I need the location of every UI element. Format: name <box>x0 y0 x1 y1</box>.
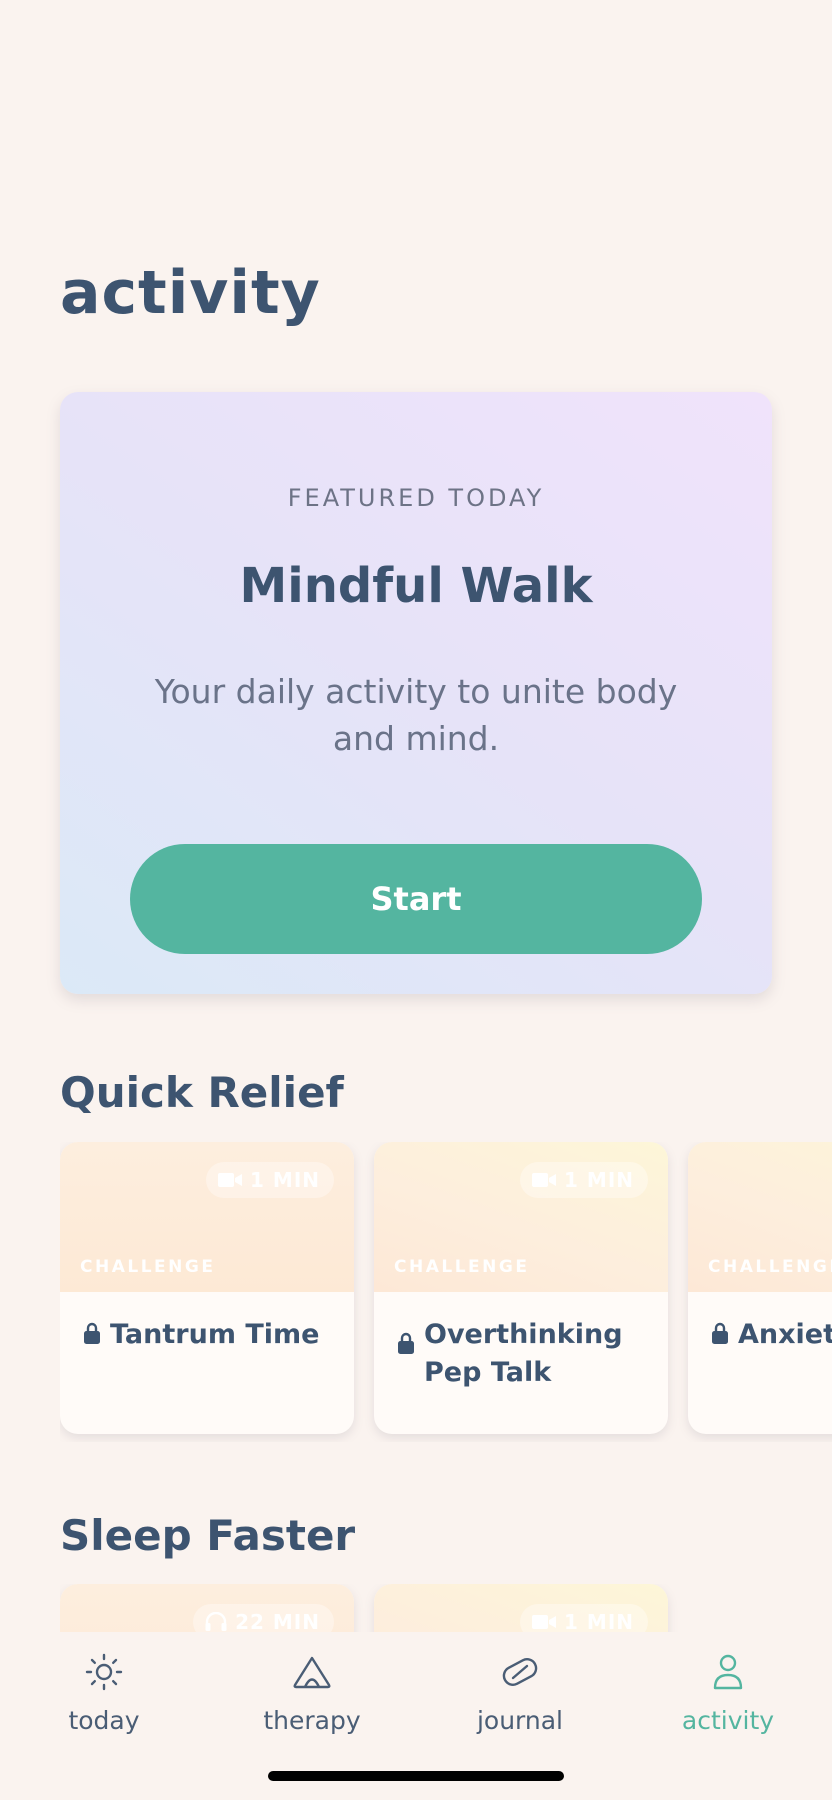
duration-text: 22 MIN <box>235 1610 320 1632</box>
home-indicator <box>268 1771 564 1781</box>
nav-label-therapy: therapy <box>263 1706 361 1735</box>
duration-badge: 1 MIN <box>520 1162 648 1198</box>
video-icon <box>532 1615 557 1629</box>
card-title: Anxiety <box>738 1319 832 1350</box>
video-icon <box>218 1173 243 1187</box>
duration-badge: 22 MIN <box>193 1604 334 1632</box>
lock-icon <box>84 1322 100 1344</box>
lock-icon <box>712 1322 728 1344</box>
page-title: activity <box>60 258 321 328</box>
activity-card-sleep-2[interactable]: 1 MIN <box>374 1584 668 1632</box>
section-title-sleep-faster: Sleep Faster <box>60 1511 356 1560</box>
card-title: Tantrum Time <box>110 1319 320 1350</box>
journal-icon <box>502 1658 538 1686</box>
sun-icon <box>85 1653 123 1691</box>
video-icon <box>532 1173 557 1187</box>
nav-item-activity[interactable]: activity <box>638 1650 818 1735</box>
quick-relief-carousel[interactable]: 1 MIN CHALLENGE Tantrum Time 1 MIN CHALL… <box>60 1142 832 1442</box>
nav-item-today[interactable]: today <box>14 1650 194 1735</box>
activity-card-tantrum-time[interactable]: 1 MIN CHALLENGE Tantrum Time <box>60 1142 354 1434</box>
duration-badge: 1 MIN <box>206 1162 334 1198</box>
nav-label-journal: journal <box>476 1706 564 1735</box>
featured-description: Your daily activity to unite body and mi… <box>154 672 678 758</box>
section-title-quick-relief: Quick Relief <box>60 1068 344 1117</box>
activity-card-overthinking-pep-talk[interactable]: 1 MIN CHALLENGE Overthinking Pep Talk <box>374 1142 668 1434</box>
card-body: Overthinking Pep Talk <box>374 1292 668 1434</box>
activity-card-sleep-1[interactable]: 22 MIN <box>60 1584 354 1632</box>
duration-text: 1 MIN <box>250 1168 320 1192</box>
duration-text: 1 MIN <box>564 1168 634 1192</box>
featured-card[interactable]: FEATURED TODAY Mindful Walk Your daily a… <box>60 392 772 994</box>
lock-icon <box>398 1332 414 1354</box>
duration-badge: 1 MIN <box>520 1604 648 1632</box>
nav-item-therapy[interactable]: therapy <box>222 1650 402 1735</box>
sleep-faster-carousel[interactable]: 22 MIN 1 MIN <box>60 1584 832 1632</box>
activity-screen: activity FEATURED TODAY Mindful Walk You… <box>0 0 832 1800</box>
card-body: Tantrum Time <box>60 1292 354 1434</box>
therapy-icon <box>293 1656 331 1689</box>
card-tag: CHALLENGE <box>708 1257 832 1277</box>
person-icon <box>713 1654 743 1690</box>
card-title: Overthinking Pep Talk <box>424 1319 623 1388</box>
card-thumbnail: 1 MIN <box>374 1584 668 1632</box>
card-thumbnail: 1 MIN CHALLENGE <box>60 1142 354 1292</box>
card-tag: CHALLENGE <box>80 1257 216 1277</box>
nav-label-activity: activity <box>681 1706 775 1735</box>
nav-label-today: today <box>68 1706 140 1735</box>
activity-card-anxiety[interactable]: CHALLENGE Anxiety <box>688 1142 832 1434</box>
featured-title: Mindful Walk <box>239 558 593 614</box>
headphones-icon <box>205 1612 227 1631</box>
card-tag: CHALLENGE <box>394 1257 530 1277</box>
featured-kicker: FEATURED TODAY <box>287 484 545 512</box>
card-thumbnail: 1 MIN CHALLENGE <box>374 1142 668 1292</box>
start-button[interactable]: Start <box>130 844 702 954</box>
card-thumbnail: CHALLENGE <box>688 1142 832 1292</box>
card-body: Anxiety <box>688 1292 832 1434</box>
duration-text: 1 MIN <box>564 1610 634 1632</box>
card-thumbnail: 22 MIN <box>60 1584 354 1632</box>
nav-item-journal[interactable]: journal <box>430 1650 610 1735</box>
